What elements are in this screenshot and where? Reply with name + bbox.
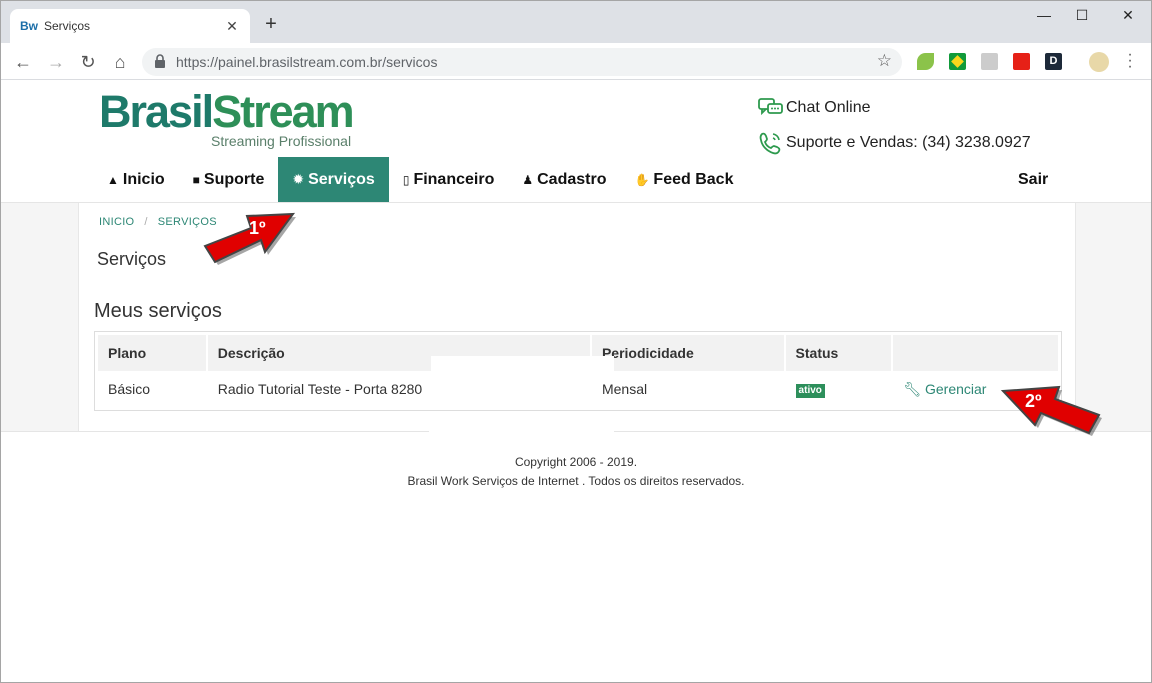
nav-inicio[interactable]: ▲ Inicio (93, 157, 179, 202)
annotation-arrow-2: 2º (999, 379, 1105, 437)
bookmark-star-icon[interactable]: ☆ (877, 51, 892, 71)
home-browser-icon[interactable]: ⌂ (109, 51, 131, 73)
browser-menu-icon[interactable]: · · · (1124, 47, 1136, 75)
nav-suporte[interactable]: ■ Suporte (179, 157, 279, 202)
red-arrow-icon (1000, 385, 1102, 436)
content-background: INICIO / SERVIÇOS Serviços Meus serviços P… (1, 202, 1151, 432)
column-header-periodicidade: Periodicidade (591, 335, 786, 371)
tab-strip: Bw Serviços ✕ + — ☐ ✕ (1, 1, 1151, 43)
users-icon: ♟ (522, 172, 534, 187)
status-badge: ativo (795, 384, 825, 398)
url-host: https://painel.brasilstream.com.br (176, 54, 383, 70)
lock-icon (155, 54, 165, 68)
chat-online-label: Chat Online (786, 99, 871, 116)
nav-financeiro[interactable]: ▯ Financeiro (389, 157, 509, 202)
breadcrumb-inicio[interactable]: INICIO (99, 216, 134, 228)
support-phone-label: Suporte e Vendas: (34) 3238.0927 (786, 134, 1031, 151)
extension-chat-icon[interactable] (981, 53, 998, 70)
column-header-plano: Plano (98, 335, 208, 371)
annotation-label-2: 2º (1025, 391, 1042, 411)
redaction-block (429, 411, 614, 433)
main-nav: ▲ Inicio ■ Suporte ✹ Serviços ▯ Financeiro ♟… (93, 157, 747, 202)
page-title: Serviços (97, 249, 167, 269)
url-path: /servicos (382, 54, 438, 70)
new-tab-button[interactable]: + (261, 14, 281, 34)
document-icon: ▯ (402, 172, 410, 187)
forward-icon[interactable]: → (45, 51, 67, 73)
gear-icon: ✹ (292, 171, 305, 187)
reload-icon[interactable]: ↻ (77, 51, 99, 73)
chat-online-link[interactable]: Chat Online (758, 97, 871, 119)
favicon-icon: Bw (20, 19, 38, 33)
profile-avatar[interactable] (1089, 52, 1109, 72)
wrench-icon: 🔧︎ (903, 380, 922, 397)
address-bar[interactable]: https://painel.brasilstream.com.br/servi… (142, 48, 902, 76)
cell-status: ativo (786, 380, 894, 398)
browser-toolbar: ← → ↻ ⌂ https://painel.brasilstream.com.… (1, 43, 1151, 80)
nav-feedback[interactable]: ✋ Feed Back (620, 157, 747, 202)
phone-icon (759, 132, 781, 155)
thumbs-up-icon: ✋ (634, 172, 650, 187)
nav-financeiro-label: Financeiro (413, 170, 495, 188)
nav-cadastro-label: Cadastro (537, 170, 607, 188)
logo-tagline: Streaming Profissional (211, 133, 352, 149)
annotation-arrow-1: 1º (199, 206, 299, 271)
nav-servicos[interactable]: ✹ Serviços (278, 157, 389, 202)
page: BrasilStream Streaming Profissional Chat… (1, 81, 1151, 682)
logo-text-brasil: Brasil (99, 86, 214, 137)
nav-suporte-label: Suporte (203, 170, 265, 188)
breadcrumb-separator: / (144, 216, 148, 228)
section-title: Meus serviços (94, 300, 222, 322)
footer: Copyright 2006 - 2019. Brasil Work Servi… (1, 453, 1151, 491)
browser-window: Bw Serviços ✕ + — ☐ ✕ ← → ↻ ⌂ https://pa… (0, 0, 1152, 683)
annotation-label-1: 1º (249, 218, 266, 238)
url-text: https://painel.brasilstream.com.br/servi… (176, 54, 437, 70)
cell-periodicidade: Mensal (592, 381, 786, 397)
home-icon: ▲ (107, 172, 119, 187)
redaction-block (431, 356, 614, 378)
close-tab-icon[interactable]: ✕ (224, 18, 240, 35)
cell-descricao: Radio Tutorial Teste - Porta 8280 (208, 381, 592, 397)
browser-tab[interactable]: Bw Serviços ✕ (10, 9, 250, 43)
chat-icon: ■ (192, 172, 200, 187)
brand-logo[interactable]: BrasilStream Streaming Profissional (99, 86, 355, 150)
column-header-actions (893, 335, 1058, 371)
close-window-icon[interactable]: ✕ (1105, 7, 1151, 24)
nav-feedback-label: Feed Back (653, 170, 734, 188)
maximize-icon[interactable]: ☐ (1059, 7, 1105, 24)
logo-text-stream: Stream (212, 86, 355, 137)
footer-copyright: Copyright 2006 - 2019. (514, 455, 638, 469)
chat-bubbles-icon (758, 98, 783, 116)
column-header-status: Status (785, 335, 894, 371)
footer-rights: Brasil Work Serviços de Internet . Todos… (407, 474, 745, 488)
cell-plano: Básico (98, 381, 208, 397)
tab-title: Serviços (44, 19, 91, 33)
back-icon[interactable]: ← (12, 51, 34, 73)
manage-link-label: Gerenciar (925, 380, 987, 397)
logout-link[interactable]: Sair (1018, 171, 1048, 189)
manage-link[interactable]: 🔧︎ Gerenciar (903, 381, 986, 397)
extension-office-icon[interactable] (1013, 53, 1030, 70)
nav-inicio-label: Inicio (122, 170, 165, 188)
support-phone: Suporte e Vendas: (34) 3238.0927 (758, 131, 1031, 155)
extension-flag-icon[interactable] (949, 53, 966, 70)
nav-servicos-label: Serviços (308, 170, 375, 188)
extension-leaf-icon[interactable] (917, 53, 934, 70)
extension-d-icon[interactable]: D (1045, 53, 1062, 70)
nav-cadastro[interactable]: ♟ Cadastro (508, 157, 620, 202)
